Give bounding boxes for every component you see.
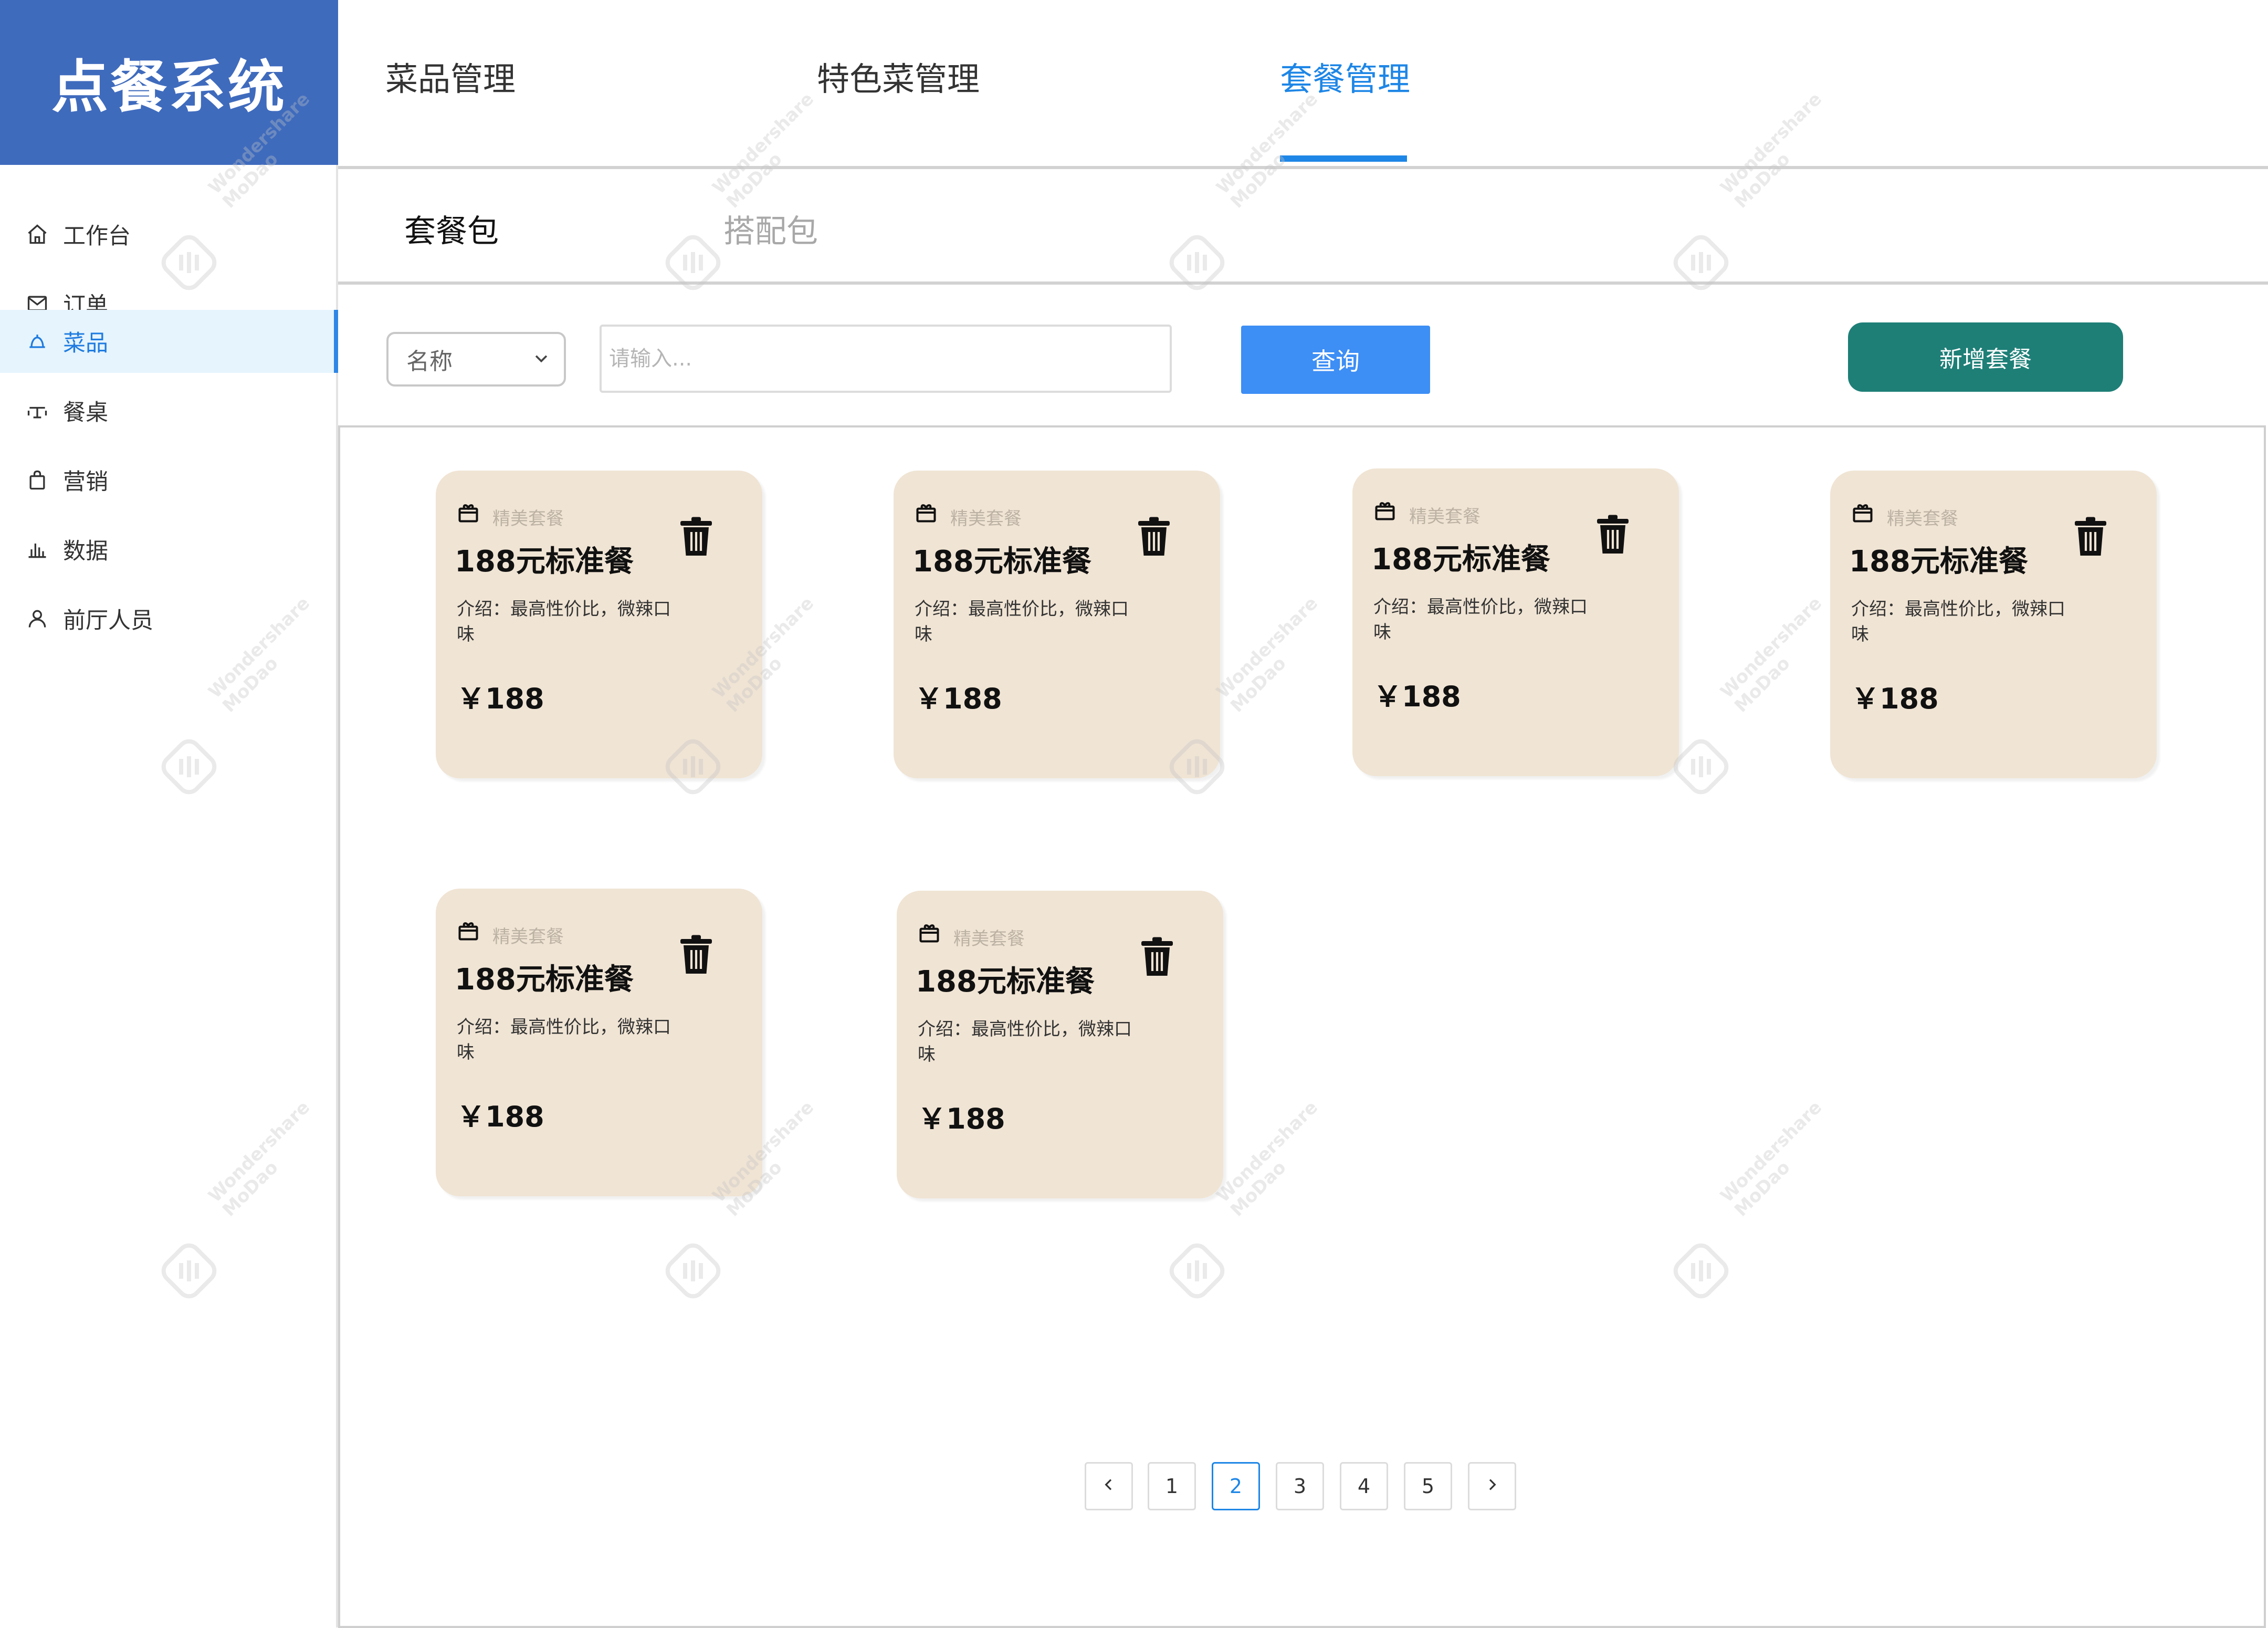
pagination-page-1[interactable]: 1 — [1148, 1462, 1196, 1510]
combo-description: 介绍：最高性价比，微辣口味 — [1851, 599, 2065, 645]
trash-icon[interactable] — [1135, 516, 1173, 558]
sidebar-item-workbench[interactable]: 工作台 — [0, 203, 338, 266]
watermark: Wondershare MoDao — [1670, 89, 1827, 290]
combo-card[interactable]: 精美套餐 188元标准餐 介绍：最高性价比，微辣口味 ￥188 — [436, 889, 762, 1196]
query-button[interactable]: 查询 — [1241, 326, 1430, 394]
gift-box-icon — [919, 924, 939, 943]
chevron-right-icon — [1484, 1475, 1500, 1498]
pagination-page-5[interactable]: 5 — [1404, 1462, 1452, 1510]
combo-price: ￥188 — [1373, 680, 1461, 713]
tab-combo-management[interactable]: 套餐管理 — [1280, 53, 1410, 110]
search-field-value: 名称 — [406, 348, 453, 375]
combo-description: 介绍：最高性价比，微辣口味 — [915, 599, 1129, 645]
trash-icon[interactable] — [1594, 514, 1632, 556]
sidebar-item-label: 餐桌 — [63, 400, 108, 426]
trash-icon[interactable] — [2072, 516, 2109, 558]
combo-name: 188元标准餐 — [912, 545, 1091, 579]
gift-box-icon — [458, 504, 478, 523]
table-icon — [24, 398, 50, 424]
subtab-combo-package[interactable]: 套餐包 — [404, 206, 499, 252]
user-icon — [24, 606, 50, 632]
sidebar-item-dishes[interactable]: 菜品 — [0, 310, 338, 373]
sidebar: 工作台 订单 菜品 餐桌 营销 数据 前厅人员 — [0, 165, 338, 1627]
sidebar-item-data[interactable]: 数据 — [0, 518, 338, 581]
add-combo-button[interactable]: 新增套餐 — [1848, 322, 2123, 392]
gift-box-icon — [916, 504, 936, 523]
combo-card[interactable]: 精美套餐 188元标准餐 介绍：最高性价比，微辣口味 ￥188 — [436, 471, 762, 778]
tab-dish-management[interactable]: 菜品管理 — [385, 53, 516, 110]
combo-description: 介绍：最高性价比，微辣口味 — [457, 1017, 671, 1063]
combo-price: ￥188 — [457, 682, 544, 715]
sidebar-item-front-staff[interactable]: 前厅人员 — [0, 587, 338, 650]
bar-chart-icon — [24, 536, 50, 562]
pagination-page-4[interactable]: 4 — [1340, 1462, 1388, 1510]
gift-box-icon — [1375, 502, 1395, 520]
app-title: 点餐系统 — [51, 55, 287, 120]
combo-description: 介绍：最高性价比，微辣口味 — [1373, 597, 1588, 643]
pagination-prev-button[interactable] — [1085, 1462, 1133, 1510]
combo-tag: 精美套餐 — [1409, 506, 1480, 527]
combo-name: 188元标准餐 — [455, 545, 634, 579]
sidebar-item-label: 数据 — [63, 538, 108, 565]
combo-tag: 精美套餐 — [950, 508, 1022, 529]
sidebar-item-label: 营销 — [63, 469, 108, 495]
home-icon — [24, 221, 50, 247]
trash-icon[interactable] — [1138, 936, 1176, 978]
pagination-page-3[interactable]: 3 — [1276, 1462, 1324, 1510]
search-input[interactable] — [600, 325, 1172, 393]
gift-box-icon — [458, 922, 478, 941]
shopping-bag-icon — [24, 467, 50, 493]
subtab-pairing-package[interactable]: 搭配包 — [723, 206, 818, 252]
tab-specialty-management[interactable]: 特色菜管理 — [817, 53, 980, 110]
combo-name: 188元标准餐 — [455, 963, 634, 997]
sub-tabs-divider — [338, 281, 2268, 285]
active-tab-indicator — [1280, 155, 1407, 162]
combo-tag: 精美套餐 — [953, 928, 1025, 949]
combo-tag: 精美套餐 — [492, 508, 564, 529]
pagination-next-button[interactable] — [1468, 1462, 1516, 1510]
combo-price: ￥188 — [918, 1102, 1005, 1135]
gift-box-icon — [1853, 504, 1873, 523]
sidebar-item-tables[interactable]: 餐桌 — [0, 379, 338, 442]
trash-icon[interactable] — [677, 934, 715, 976]
combo-price: ￥188 — [1851, 682, 1939, 715]
combo-name: 188元标准餐 — [1371, 542, 1550, 577]
dish-bell-icon — [24, 328, 50, 354]
combo-description: 介绍：最高性价比，微辣口味 — [457, 599, 671, 645]
combo-name: 188元标准餐 — [916, 965, 1095, 999]
app-logo: 点餐系统 — [0, 0, 338, 165]
combo-card[interactable]: 精美套餐 188元标准餐 介绍：最高性价比，微辣口味 ￥188 — [1830, 471, 2157, 778]
sidebar-item-marketing[interactable]: 营销 — [0, 448, 338, 512]
sidebar-item-label: 工作台 — [63, 223, 131, 249]
combo-tag: 精美套餐 — [492, 926, 564, 947]
combo-tag: 精美套餐 — [1887, 508, 1958, 529]
watermark-logo-icon — [1169, 235, 1225, 290]
pagination-page-2[interactable]: 2 — [1212, 1462, 1260, 1510]
sidebar-item-label: 前厅人员 — [63, 608, 153, 634]
watermark: Wondershare MoDao — [1166, 89, 1323, 290]
combo-card[interactable]: 精美套餐 188元标准餐 介绍：最高性价比，微辣口味 ￥188 — [1352, 468, 1679, 776]
combo-card[interactable]: 精美套餐 188元标准餐 介绍：最高性价比，微辣口味 ￥188 — [897, 891, 1223, 1198]
combo-description: 介绍：最高性价比，微辣口味 — [918, 1019, 1132, 1065]
top-tabs-divider — [338, 166, 2268, 169]
combo-price: ￥188 — [915, 682, 1002, 715]
sidebar-item-label: 菜品 — [63, 330, 108, 357]
watermark-logo-icon — [665, 235, 721, 290]
combo-name: 188元标准餐 — [1849, 545, 2028, 579]
combo-card[interactable]: 精美套餐 188元标准餐 介绍：最高性价比，微辣口味 ￥188 — [894, 471, 1220, 778]
search-field-select[interactable]: 名称 — [386, 332, 566, 387]
trash-icon[interactable] — [677, 516, 715, 558]
combo-price: ￥188 — [457, 1100, 544, 1133]
chevron-left-icon — [1100, 1475, 1117, 1498]
watermark-logo-icon — [1673, 235, 1729, 290]
chevron-down-icon — [532, 346, 550, 373]
